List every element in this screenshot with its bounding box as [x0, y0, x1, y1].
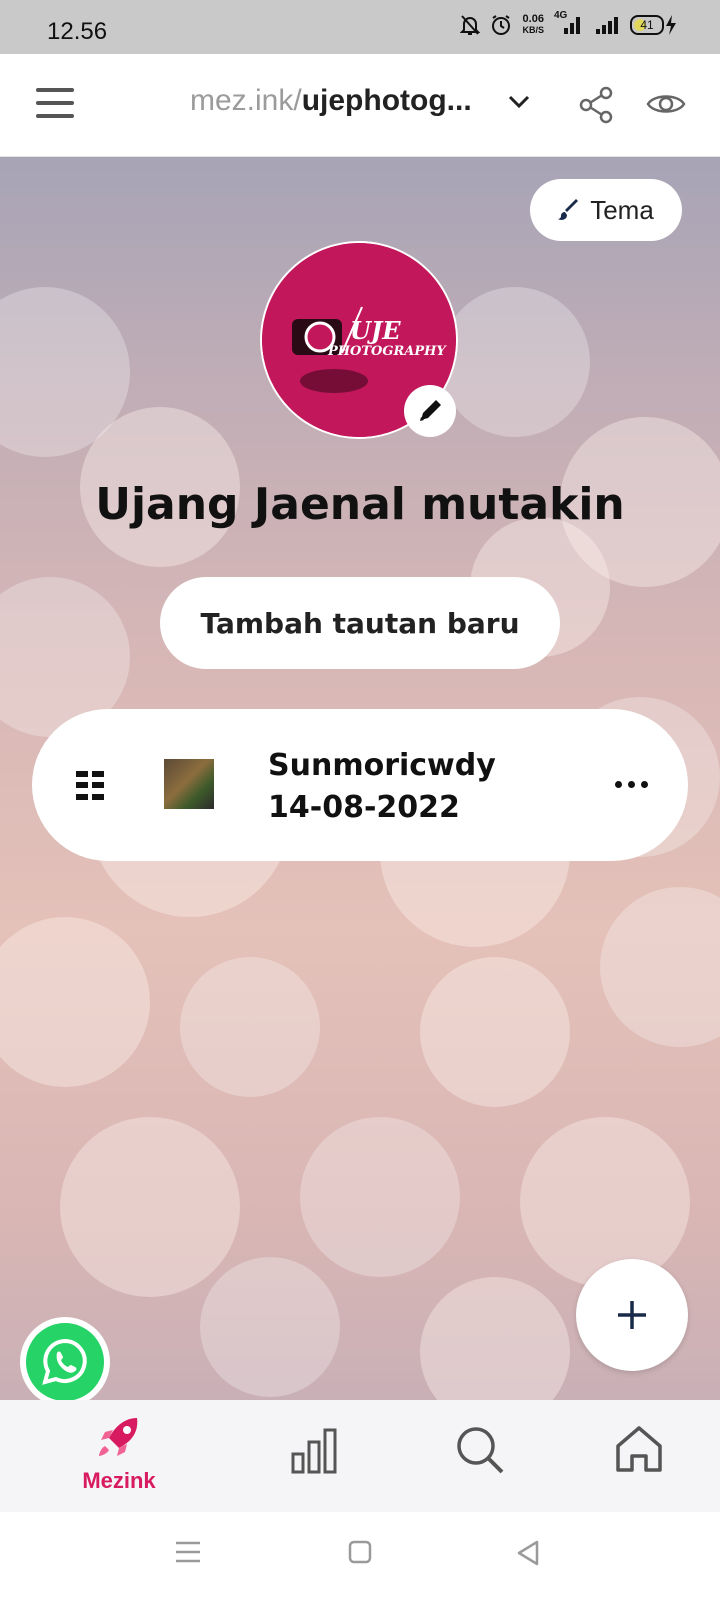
- bottom-nav: Mezink: [0, 1400, 720, 1512]
- eye-icon[interactable]: [646, 89, 686, 123]
- net-speed: 0.06 KB/S: [522, 14, 544, 36]
- plus-icon: [618, 1301, 646, 1329]
- whatsapp-button[interactable]: [20, 1317, 110, 1407]
- rocket-icon: [99, 1418, 138, 1456]
- profile-background: Tema UJE PHOTOGRAPHY Ujang Jaenal mutaki…: [0, 157, 720, 1400]
- nav-mezink-label: Mezink: [82, 1468, 156, 1493]
- link-title-line-1: Sunmoricwdy: [268, 748, 496, 783]
- nav-analytics[interactable]: [290, 1426, 340, 1480]
- recents-icon[interactable]: [175, 1540, 201, 1568]
- menu-icon[interactable]: [36, 88, 74, 118]
- avatar-text-uje: UJE: [350, 316, 401, 345]
- battery-icon: 41: [630, 14, 678, 36]
- brush-icon: [558, 199, 579, 220]
- charging-icon: [666, 15, 676, 35]
- link-title: Sunmoricwdy 14-08-2022: [268, 745, 496, 829]
- share-icon[interactable]: [578, 86, 614, 128]
- list-item[interactable]: Sunmoricwdy 14-08-2022: [32, 709, 688, 861]
- nav-home[interactable]: [614, 1424, 664, 1478]
- add-link-fab[interactable]: [576, 1259, 688, 1371]
- net-speed-value: 0.06: [522, 13, 544, 25]
- alarm-icon: [490, 14, 512, 36]
- pencil-icon: [420, 400, 441, 421]
- home-square-icon[interactable]: [348, 1540, 372, 1568]
- whatsapp-icon: [42, 1338, 87, 1385]
- theme-button-label: Tema: [590, 194, 654, 225]
- network-type: 4G: [554, 10, 568, 21]
- top-app-bar: mez.ink/ujephotog...: [0, 54, 720, 157]
- more-icon[interactable]: [615, 781, 648, 788]
- status-time: 12.56: [47, 18, 108, 45]
- profile-url-selector[interactable]: mez.ink/ujephotog...: [190, 84, 472, 118]
- mute-bell-icon: [460, 14, 481, 36]
- drag-handle-icon[interactable]: [76, 771, 104, 801]
- home-icon: [616, 1426, 662, 1472]
- back-icon[interactable]: [516, 1540, 540, 1570]
- link-title-line-2: 14-08-2022: [268, 790, 460, 825]
- battery-level: 41: [640, 18, 654, 32]
- avatar-text-photography: PHOTOGRAPHY: [327, 344, 447, 359]
- signal-icon: 4G: [554, 10, 584, 36]
- system-nav-bar: [0, 1512, 720, 1600]
- theme-button[interactable]: Tema: [530, 179, 682, 241]
- url-slug: ujephotog...: [301, 84, 472, 117]
- status-bar: 12.56 0.06 KB/S 4G 41: [0, 0, 720, 54]
- nav-mezink[interactable]: Mezink: [74, 1414, 164, 1494]
- nav-search[interactable]: [454, 1424, 506, 1480]
- chevron-down-icon[interactable]: [508, 94, 530, 113]
- profile-name: Ujang Jaenal mutakin: [95, 479, 625, 530]
- bar-chart-icon: [291, 1428, 337, 1474]
- search-icon: [457, 1427, 504, 1474]
- link-thumbnail: [164, 759, 214, 809]
- edit-avatar-button[interactable]: [404, 385, 456, 437]
- add-new-link-button[interactable]: Tambah tautan baru: [160, 577, 560, 669]
- status-icons: 0.06 KB/S 4G 41: [460, 10, 678, 36]
- signal-icon: [594, 14, 620, 36]
- net-speed-unit: KB/S: [522, 25, 544, 35]
- url-domain: mez.ink/: [190, 84, 302, 117]
